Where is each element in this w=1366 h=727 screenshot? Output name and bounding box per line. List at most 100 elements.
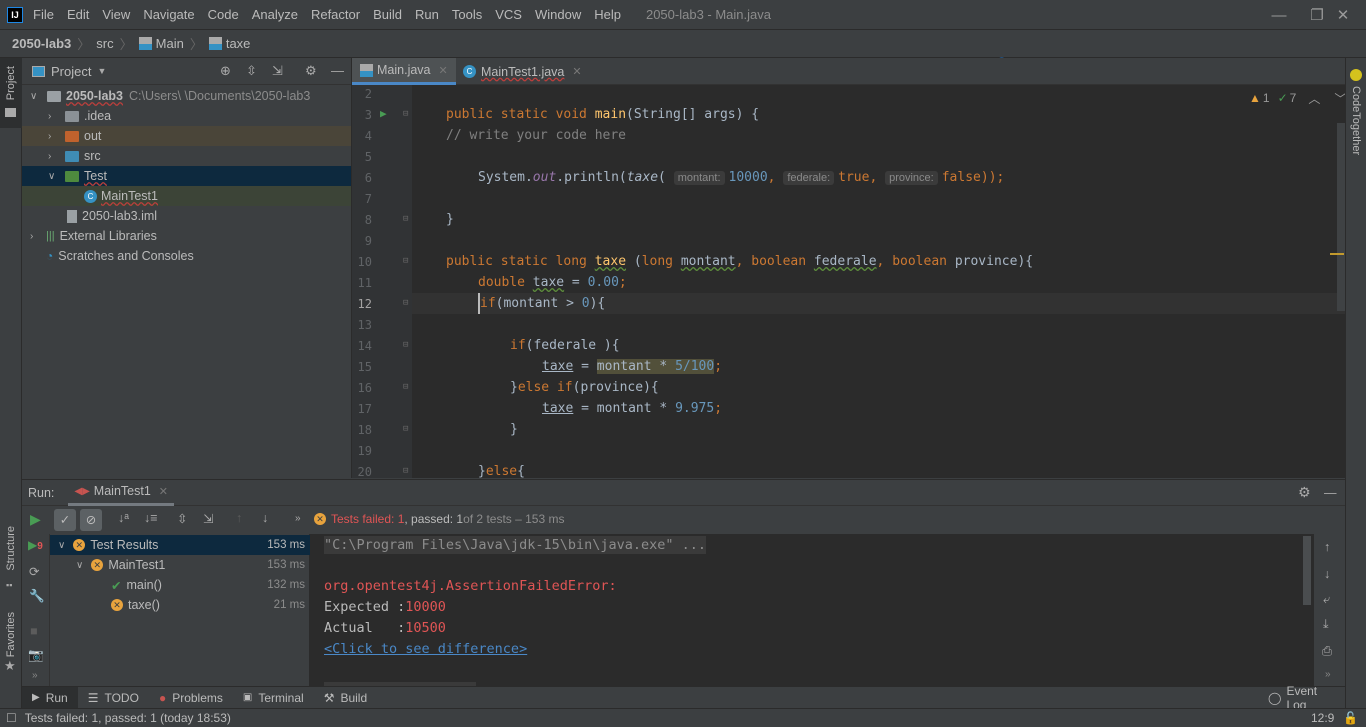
locate-icon[interactable]: ⊕ [220, 63, 231, 79]
arrow-up-icon[interactable]: ↑ [1324, 540, 1330, 554]
chevron-right-icon[interactable]: › [30, 231, 33, 242]
code-editor[interactable]: ▲ 1 ✓ 7 ︿ ﹀ 2 3 4 5 6 7 8 9 10 11 12 13 … [352, 85, 1345, 478]
test-row[interactable]: ✔ main() 132 ms [50, 575, 310, 595]
tree-item-maintest1[interactable]: C MainTest1 [22, 186, 351, 206]
menu-vcs[interactable]: VCS [495, 7, 522, 22]
tree-item-scratches[interactable]: ◔ Scratches and Consoles [22, 246, 351, 266]
codetogether-tool-tab[interactable]: CodeTogether [1346, 66, 1366, 166]
chevron-right-icon[interactable]: › [48, 111, 51, 122]
chevron-right-icon[interactable]: › [48, 131, 51, 142]
menu-build[interactable]: Build [373, 7, 402, 22]
vertical-scrollbar[interactable] [1303, 536, 1311, 605]
warning-stripe-mark[interactable] [1330, 253, 1344, 255]
hide-panel-icon[interactable]: — [331, 63, 344, 78]
previous-failed-icon[interactable]: ↑ [236, 511, 242, 525]
tab-maintest1-java[interactable]: C MainTest1.java ✕ [455, 58, 590, 85]
camera-icon[interactable]: 📷 [28, 648, 44, 663]
see-difference-link[interactable]: <Click to see difference> [324, 641, 527, 657]
tool-tab-build[interactable]: ⚒ Build [314, 687, 377, 709]
show-passed-toggle[interactable]: ✓ [54, 509, 76, 531]
tree-item-test[interactable]: ∨ Test [22, 166, 351, 186]
expand-all-icon[interactable]: ⇳ [177, 511, 187, 526]
breadcrumb-taxe[interactable]: taxe [226, 36, 251, 51]
tree-item-src[interactable]: › src [22, 146, 351, 166]
fold-icon[interactable]: ⊟ [403, 109, 408, 119]
run-gutter-icon[interactable]: ▶ [380, 107, 387, 120]
favorites-tool-tab[interactable]: Favorites ★ [0, 606, 22, 681]
close-icon[interactable]: ✕ [572, 65, 581, 78]
fold-icon[interactable]: ⊟ [403, 466, 408, 476]
breadcrumb-src[interactable]: src [96, 36, 113, 51]
tool-tab-run[interactable]: ▶ Run [22, 686, 78, 709]
menu-window[interactable]: Window [535, 7, 581, 22]
toggle-tool-windows-icon[interactable]: ☐ [6, 711, 17, 725]
chevron-down-icon[interactable]: ∨ [58, 540, 65, 551]
wrench-icon[interactable]: 🔧 [29, 589, 45, 604]
next-highlight-icon[interactable]: ﹀ [1334, 90, 1345, 107]
menu-refactor[interactable]: Refactor [311, 7, 360, 22]
tool-tab-problems[interactable]: ● Problems [149, 687, 233, 709]
gear-icon[interactable]: ⚙ [1298, 484, 1311, 501]
tool-tab-terminal[interactable]: ▣ Terminal [233, 687, 314, 709]
test-row[interactable]: ∨ ✕ Test Results 153 ms [50, 535, 310, 555]
sort-by-duration-icon[interactable]: ↓≡ [144, 511, 158, 525]
tree-item-project-root[interactable]: ∨ 2050-lab3 C:\Users\ \Documents\2050-la… [22, 86, 351, 106]
chevron-down-icon[interactable]: ∨ [48, 171, 55, 182]
stop-icon[interactable]: ■ [30, 624, 38, 638]
fold-icon[interactable]: ⊟ [403, 256, 408, 266]
fold-icon[interactable]: ⊟ [403, 298, 408, 308]
project-tool-tab[interactable]: Project [0, 58, 22, 128]
arrow-down-icon[interactable]: ↓ [1324, 567, 1330, 581]
soft-wrap-icon[interactable]: ⤶ [1323, 592, 1330, 607]
project-view-title[interactable]: Project [51, 64, 91, 79]
inspection-widget[interactable]: ▲ 1 ✓ 7 ︿ ﹀ [1249, 85, 1345, 111]
tree-item-out[interactable]: › out [22, 126, 351, 146]
sort-alphabetically-icon[interactable]: ↓ᵃ [118, 511, 129, 525]
close-icon[interactable]: ✕ [439, 64, 448, 77]
menu-run[interactable]: Run [415, 7, 439, 22]
menu-file[interactable]: File [33, 7, 54, 22]
more-icon[interactable]: » [32, 670, 38, 681]
chevron-down-icon[interactable]: ∨ [30, 91, 37, 102]
show-ignored-toggle[interactable]: ⊘ [80, 509, 102, 531]
editor-scrollbar[interactable] [1337, 123, 1345, 311]
tab-main-java[interactable]: Main.java ✕ [352, 58, 456, 85]
collapse-all-icon[interactable]: ⇲ [203, 511, 213, 526]
test-row[interactable]: ∨ ✕ MainTest1 153 ms [50, 555, 310, 575]
tool-tab-event-log[interactable]: ◯ Event Log [1258, 684, 1345, 712]
toggle-auto-test-icon[interactable]: ⟳ [29, 564, 39, 579]
close-icon[interactable]: ✕ [159, 485, 168, 498]
run-tab-maintest1[interactable]: ◀▶ MainTest1 ✕ [68, 479, 174, 506]
menu-navigate[interactable]: Navigate [143, 7, 194, 22]
fold-icon[interactable]: ⊟ [403, 382, 408, 392]
test-row[interactable]: ✕ taxe() 21 ms [50, 595, 310, 615]
chevron-down-icon[interactable]: ▼ [97, 66, 106, 76]
console-output[interactable]: "C:\Program Files\Java\jdk-15\bin\java.e… [310, 534, 1314, 686]
print-icon[interactable]: ⎙ [1322, 644, 1332, 659]
breadcrumb-main[interactable]: Main [156, 36, 184, 51]
menu-help[interactable]: Help [594, 7, 621, 22]
expand-all-icon[interactable]: ⇳ [246, 63, 257, 79]
previous-highlight-icon[interactable]: ︿ [1308, 90, 1320, 107]
restore-button[interactable]: ❐ [1273, 0, 1323, 30]
fold-icon[interactable]: ⊟ [403, 340, 408, 350]
chevron-right-icon[interactable]: › [48, 151, 51, 162]
breadcrumb-project[interactable]: 2050-lab3 [12, 36, 71, 51]
menu-analyze[interactable]: Analyze [252, 7, 298, 22]
fold-icon[interactable]: ⊟ [403, 214, 408, 224]
close-button[interactable]: ✕ [1320, 0, 1366, 30]
chevron-down-icon[interactable]: ∨ [76, 560, 83, 571]
tool-tab-todo[interactable]: ☰ TODO [78, 687, 149, 709]
gear-icon[interactable]: ⚙ [305, 63, 317, 79]
fold-icon[interactable]: ⊟ [403, 424, 408, 434]
next-failed-icon[interactable]: ↓ [262, 511, 268, 525]
unlock-icon[interactable]: 🔓 [1343, 711, 1358, 725]
collapse-all-icon[interactable]: ⇲ [272, 63, 283, 79]
rerun-icon[interactable]: ▶ [30, 511, 41, 528]
menu-tools[interactable]: Tools [452, 7, 482, 22]
scroll-to-end-icon[interactable]: ⤓ [1323, 617, 1329, 632]
menu-edit[interactable]: Edit [67, 7, 89, 22]
tree-item-external-libraries[interactable]: › ||| External Libraries [22, 226, 351, 246]
menu-code[interactable]: Code [208, 7, 239, 22]
more-icon[interactable]: » [295, 513, 301, 524]
